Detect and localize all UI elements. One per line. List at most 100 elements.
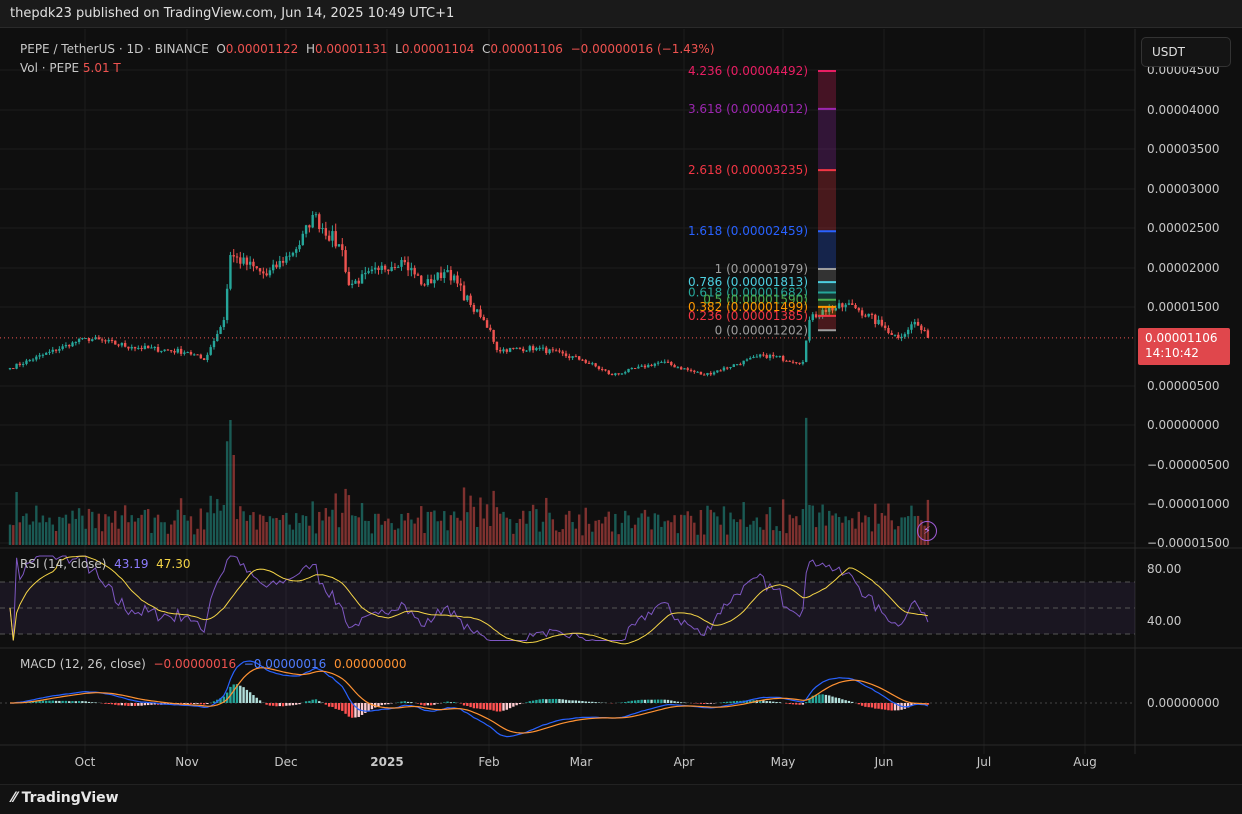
macd-histogram-bar	[242, 687, 245, 703]
macd-histogram-bar	[571, 700, 574, 703]
candle-body	[752, 356, 755, 359]
fib-level-label: 4.236 (0.00004492)	[688, 64, 808, 78]
macd-histogram-bar	[551, 698, 555, 703]
macd-histogram-bar	[561, 699, 564, 703]
macd-histogram-bar	[785, 703, 788, 704]
macd-histogram-bar	[54, 700, 58, 703]
candle-body	[798, 362, 801, 364]
macd-histogram-bar	[193, 703, 196, 704]
volume-bar	[51, 524, 54, 545]
currency-button[interactable]: USDT	[1141, 37, 1231, 67]
macd-histogram-bar	[206, 703, 209, 705]
macd-histogram-bar	[778, 702, 782, 703]
symbol-name[interactable]: PEPE / TetherUS · 1D · BINANCE	[20, 42, 209, 56]
volume-bar	[551, 519, 555, 545]
macd-histogram-bar	[140, 703, 143, 706]
candle-body	[202, 358, 206, 360]
candle-body	[564, 353, 568, 357]
volume-bar	[762, 529, 765, 545]
volume-bar	[275, 517, 278, 545]
candle-body	[327, 235, 331, 241]
x-tick-label: Apr	[674, 755, 695, 769]
volume-bar	[61, 517, 64, 545]
macd-histogram-bar	[91, 702, 94, 703]
macd-histogram-bar	[272, 703, 275, 706]
volume-bar	[104, 514, 107, 545]
macd-histogram-bar	[502, 703, 505, 711]
volume-bar	[68, 523, 71, 545]
volume-bar	[242, 511, 245, 545]
candle-body	[620, 373, 624, 375]
volume-bar	[232, 455, 235, 545]
candle-body	[502, 349, 505, 352]
volume-bar	[844, 516, 847, 545]
macd-histogram-bar	[107, 703, 110, 705]
candle-body	[97, 337, 101, 340]
macd-histogram-bar	[337, 703, 341, 710]
volume-bar	[811, 505, 814, 545]
candle-body	[617, 373, 620, 375]
candle-body	[706, 372, 709, 375]
volume-bar	[114, 510, 117, 545]
candle-body	[867, 313, 870, 317]
macd-histogram-bar	[239, 685, 242, 703]
volume-bar	[558, 532, 561, 545]
macd-histogram-bar	[68, 701, 71, 703]
volume-bar	[679, 514, 683, 545]
macd-histogram-bar	[762, 700, 765, 703]
candle-body	[877, 319, 880, 325]
volume-bar	[709, 509, 712, 545]
macd-histogram-bar	[189, 703, 193, 704]
macd-histogram-bar	[400, 701, 403, 703]
lightning-icon[interactable]: ⚡	[917, 521, 937, 541]
candle-body	[301, 233, 305, 246]
candle-body	[232, 255, 235, 257]
volume-bar	[630, 528, 634, 545]
candle-body	[890, 333, 893, 335]
candle-body	[380, 265, 383, 271]
macd-histogram-bar	[791, 703, 795, 705]
candle-body	[104, 340, 107, 342]
volume-label[interactable]: Vol · PEPE	[20, 61, 79, 75]
macd-label[interactable]: MACD (12, 26, close)	[20, 657, 146, 671]
candle-body	[568, 356, 571, 358]
y-tick-label: 0.00003500	[1147, 142, 1220, 156]
candle-body	[272, 264, 275, 271]
macd-histogram-bar	[94, 702, 97, 703]
candle-body	[854, 304, 857, 309]
macd-histogram-bar	[499, 703, 502, 712]
volume-bar	[841, 522, 844, 545]
macd-histogram-bar	[479, 703, 482, 709]
volume-bar	[781, 499, 785, 545]
volume-bar	[91, 511, 94, 545]
volume-bar	[123, 505, 127, 545]
fib-level-label: 1.618 (0.00002459)	[688, 224, 808, 238]
macd-histogram-bar	[298, 703, 301, 705]
candle-body	[604, 369, 607, 371]
macd-histogram-bar	[515, 703, 518, 706]
candle-body	[857, 308, 861, 311]
volume-bar	[380, 524, 383, 545]
rsi-label[interactable]: RSI (14, close)	[20, 557, 106, 571]
candle-body	[331, 231, 334, 241]
macd-histogram-bar	[574, 700, 578, 703]
volume-bar	[732, 519, 735, 545]
candle-body	[745, 359, 749, 361]
volume-bar	[479, 497, 482, 545]
volume-bar	[28, 524, 31, 545]
volume-bar	[186, 520, 189, 545]
volume-bar	[702, 534, 706, 545]
volume-bar	[541, 521, 545, 545]
macd-histogram-bar	[620, 702, 624, 703]
volume-bar	[870, 531, 874, 545]
macd-histogram-bar	[821, 694, 824, 703]
volume-bar	[235, 519, 239, 545]
candle-body	[535, 348, 538, 351]
volume-bar	[252, 512, 255, 545]
candle-body	[880, 319, 884, 326]
macd-histogram-bar	[887, 703, 890, 711]
candle-body	[660, 361, 663, 363]
macd-histogram-bar	[334, 703, 337, 709]
candle-body	[729, 367, 732, 369]
change-value: −0.00000016 (−1.43%)	[570, 42, 715, 56]
